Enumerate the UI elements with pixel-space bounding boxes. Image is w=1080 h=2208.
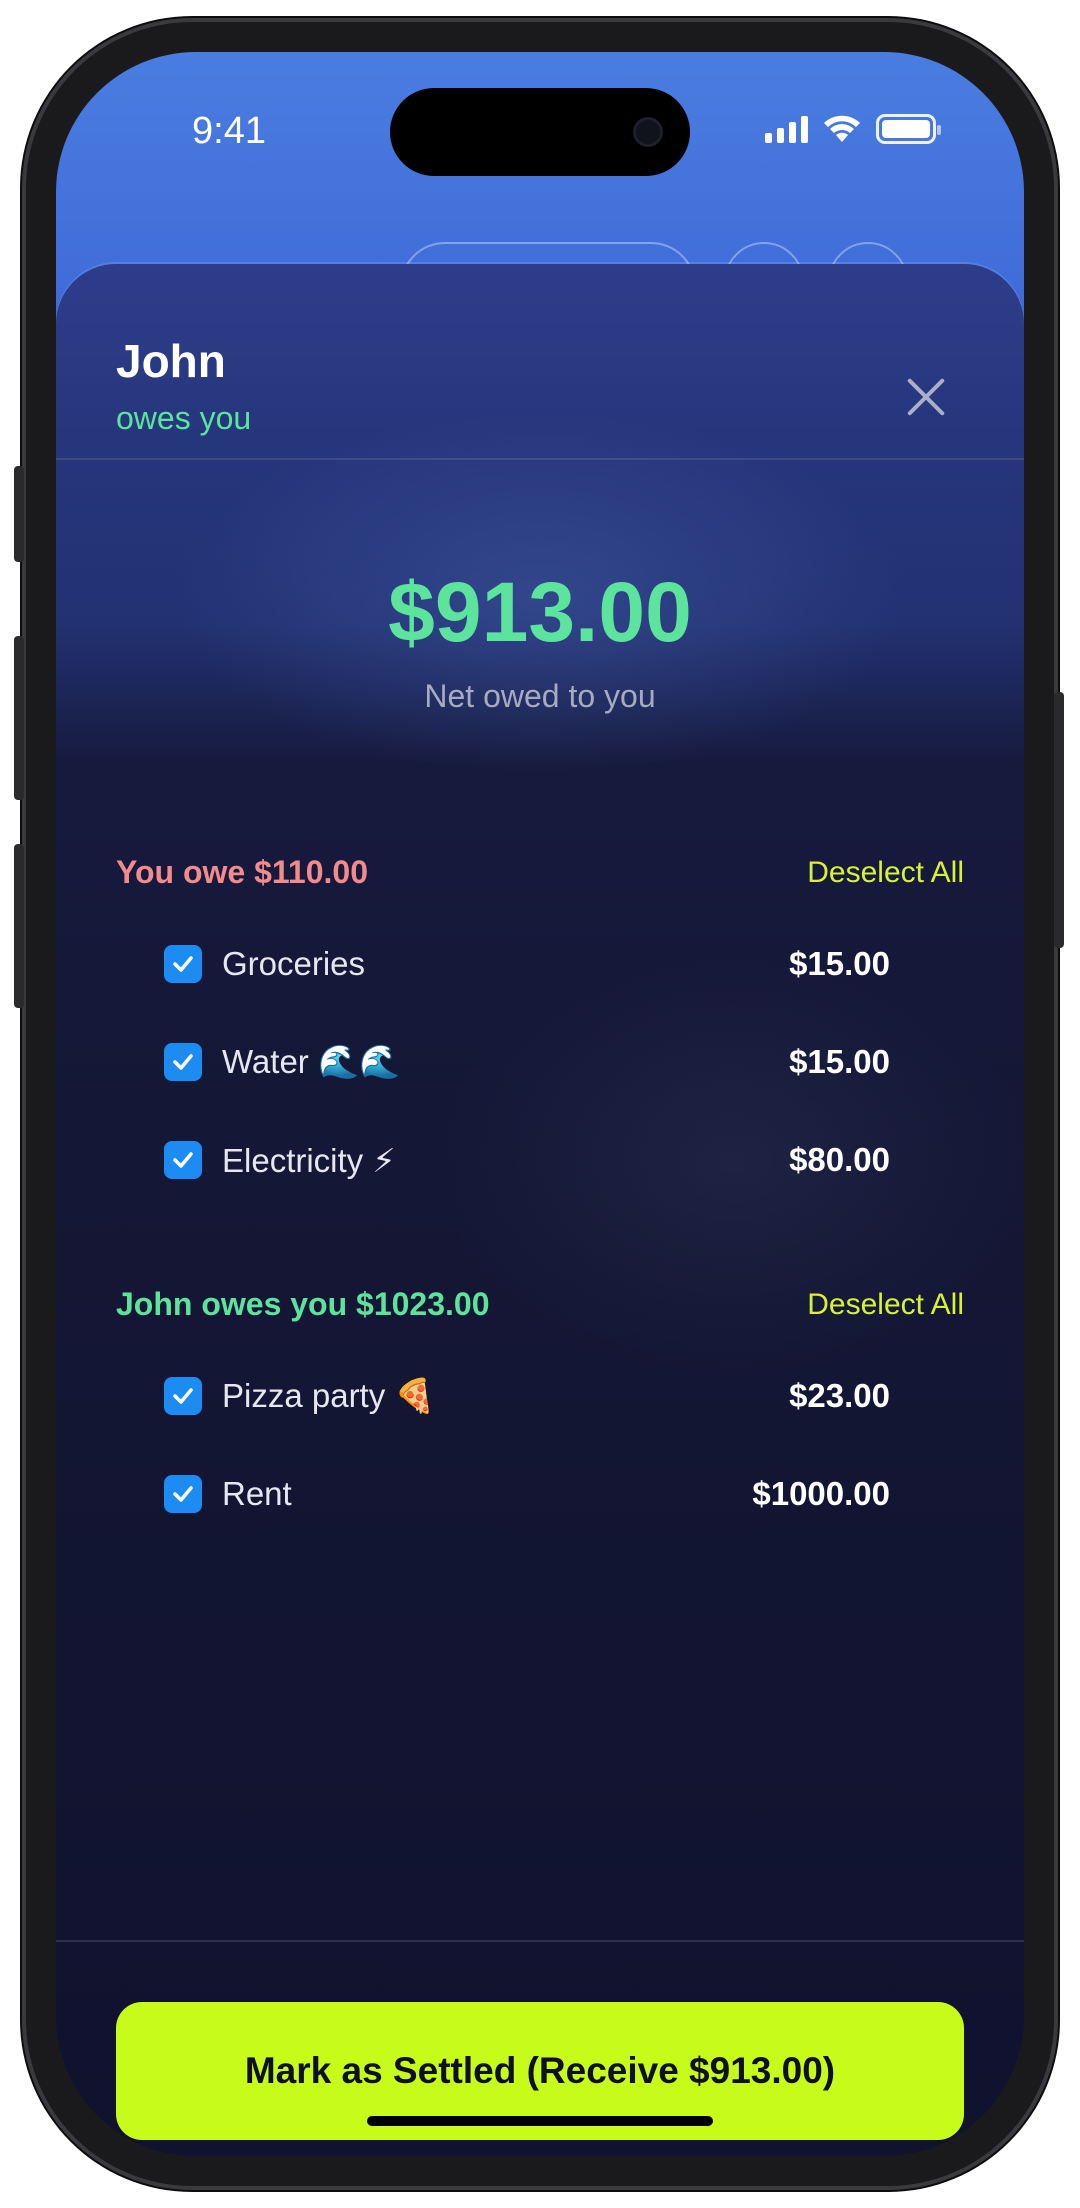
item-amount: $80.00	[789, 1141, 890, 1178]
item-label: Pizza party 🍕	[222, 1376, 436, 1414]
item-label: Water 🌊🌊	[222, 1042, 401, 1080]
action-button	[14, 466, 24, 562]
camera-icon	[636, 120, 660, 144]
close-icon[interactable]	[904, 374, 948, 418]
checkbox-checked-icon[interactable]	[164, 1141, 202, 1179]
checkbox-checked-icon[interactable]	[164, 1377, 202, 1415]
net-amount-label: Net owed to you	[424, 678, 656, 714]
list-item[interactable]: Electricity ⚡ $80.00	[164, 1130, 930, 1190]
item-amount: $15.00	[789, 1043, 890, 1080]
status-icons	[765, 114, 941, 144]
item-amount: $15.00	[789, 945, 890, 982]
section-title-you-owe: You owe $110.00	[116, 854, 368, 890]
item-label: Groceries	[222, 945, 366, 982]
net-amount: $913.00	[388, 565, 692, 659]
list-item[interactable]: Rent $1000.00	[164, 1464, 930, 1524]
item-label: Electricity ⚡	[222, 1141, 396, 1179]
checkbox-checked-icon[interactable]	[164, 945, 202, 983]
wifi-icon	[824, 115, 860, 142]
sheet-header: John owes you	[56, 264, 1024, 460]
owe-direction-label: owes you	[116, 400, 252, 436]
item-amount: $1000.00	[752, 1475, 890, 1512]
item-label: Rent	[222, 1475, 292, 1512]
checkbox-checked-icon[interactable]	[164, 1043, 202, 1081]
contact-name: John	[116, 335, 226, 387]
checkbox-checked-icon[interactable]	[164, 1475, 202, 1513]
screen: 9:41 John owes you $913.00 Net owed to y…	[56, 52, 1024, 2156]
home-indicator	[367, 2116, 713, 2126]
list-item[interactable]: Pizza party 🍕 $23.00	[164, 1366, 930, 1426]
footer-divider	[56, 1940, 1024, 1942]
deselect-all-button[interactable]: Deselect All	[807, 856, 964, 890]
cellular-signal-icon	[765, 115, 808, 143]
status-time: 9:41	[192, 110, 266, 152]
battery-icon	[876, 114, 941, 144]
section-title-owes-you: John owes you $1023.00	[116, 1286, 490, 1322]
power-button	[1054, 692, 1064, 948]
item-amount: $23.00	[789, 1377, 890, 1414]
deselect-all-button[interactable]: Deselect All	[807, 1288, 964, 1322]
list-item[interactable]: Water 🌊🌊 $15.00	[164, 1032, 930, 1092]
volume-down-button	[14, 844, 24, 1008]
list-item[interactable]: Groceries $15.00	[164, 934, 930, 994]
settle-sheet: John owes you $913.00 Net owed to you Yo…	[56, 264, 1024, 2156]
dynamic-island	[390, 88, 690, 176]
volume-up-button	[14, 636, 24, 800]
